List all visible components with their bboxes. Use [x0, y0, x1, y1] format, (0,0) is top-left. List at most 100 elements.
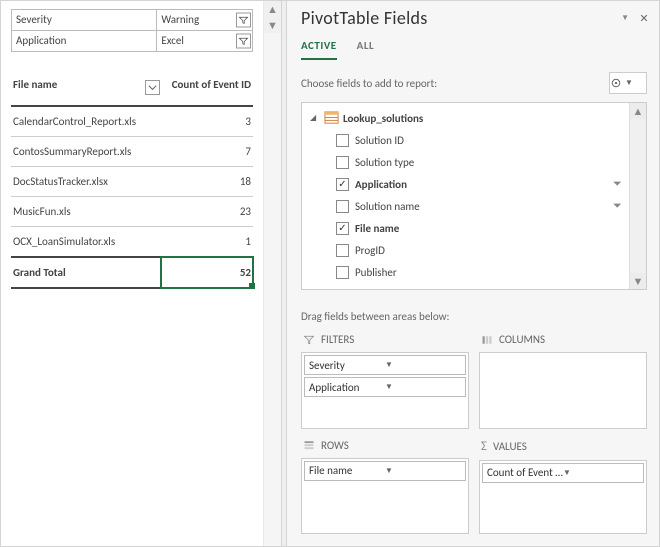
pane-title: PivotTable Fields: [301, 7, 621, 29]
field-label: Publisher: [355, 266, 625, 279]
filter-label-application: Application: [12, 31, 157, 52]
row-name: MusicFun.xls: [11, 197, 161, 227]
values-area[interactable]: Σ VALUES Count of Event ID▼: [479, 437, 647, 535]
filter-dropdown-icon[interactable]: [236, 34, 251, 49]
filter-text: Excel: [161, 34, 184, 47]
table-name: Lookup_solutions: [343, 112, 625, 125]
table-row[interactable]: OCX_LoanSimulator.xls1: [11, 227, 253, 258]
area-title: FILTERS: [321, 333, 354, 346]
chevron-down-icon[interactable]: ▼: [563, 468, 639, 478]
checkbox[interactable]: [336, 244, 349, 257]
row-header-label: File name: [13, 78, 57, 91]
chevron-down-icon[interactable]: ▼: [385, 382, 461, 392]
row-name: DocStatusTracker.xlsx: [11, 167, 161, 197]
row-dropdown-icon[interactable]: [145, 80, 160, 95]
field-chip[interactable]: Application▼: [304, 377, 466, 397]
field-label: ProgID: [355, 244, 625, 257]
chevron-down-icon[interactable]: ▼: [385, 360, 461, 370]
pane-tabs: ACTIVE ALL: [287, 31, 659, 60]
filter-value-severity[interactable]: Warning: [157, 10, 253, 31]
drag-hint: Drag fields between areas below:: [287, 300, 659, 331]
sigma-icon: Σ: [481, 439, 487, 454]
field-label: Solution type: [355, 156, 625, 169]
table-icon: [324, 112, 339, 125]
report-filter-table: Severity Warning Application Excel: [11, 9, 253, 52]
checkbox[interactable]: [336, 156, 349, 169]
vertical-scrollbar[interactable]: ▲ ▼: [263, 1, 281, 546]
scroll-down-icon[interactable]: ▼: [630, 273, 646, 289]
pivot-fields-pane: PivotTable Fields ▼ ✕ ACTIVE ALL Choose …: [287, 1, 659, 546]
funnel-icon: [303, 334, 315, 346]
filter-label-severity: Severity: [12, 10, 157, 31]
field-item[interactable]: ProgID: [302, 239, 629, 261]
drop-areas: FILTERS Severity▼ Application▼ COLUMNS R…: [287, 331, 659, 546]
field-item[interactable]: File name: [302, 217, 629, 239]
field-item[interactable]: Solution name ⏷: [302, 195, 629, 217]
table-row[interactable]: ContosSummaryReport.xls7: [11, 137, 253, 167]
chip-label: Application: [309, 381, 385, 394]
scroll-up-icon[interactable]: ▲: [630, 103, 646, 119]
value-header[interactable]: Count of Event ID: [161, 74, 253, 106]
filter-value-application[interactable]: Excel: [157, 31, 253, 52]
checkbox[interactable]: [336, 178, 349, 191]
chip-label: Count of Event ID: [487, 466, 563, 479]
area-title: VALUES: [493, 440, 527, 453]
checkbox[interactable]: [336, 266, 349, 279]
tab-all[interactable]: ALL: [357, 35, 374, 60]
filter-icon: ⏷: [613, 199, 625, 213]
filter-dropdown-icon[interactable]: [236, 13, 251, 28]
chip-label: File name: [309, 464, 385, 477]
field-list-box: ◢ Lookup_solutions Solution ID Solution …: [301, 102, 647, 290]
tools-button[interactable]: ▼: [609, 72, 647, 94]
choose-fields-label: Choose fields to add to report:: [301, 77, 609, 90]
filter-text: Warning: [161, 13, 199, 26]
field-label: Solution ID: [355, 134, 625, 147]
chevron-down-icon[interactable]: ▼: [385, 466, 461, 476]
row-value: 7: [161, 137, 253, 167]
scroll-down-icon[interactable]: ▼: [264, 17, 281, 33]
row-value: 18: [161, 167, 253, 197]
field-item[interactable]: Solution ID: [302, 129, 629, 151]
table-node[interactable]: ◢ Lookup_solutions: [302, 107, 629, 129]
table-row[interactable]: MusicFun.xls23: [11, 197, 253, 227]
field-list-scrollbar[interactable]: ▲ ▼: [629, 103, 646, 289]
checkbox[interactable]: [336, 200, 349, 213]
rows-area[interactable]: ROWS File name▼: [301, 437, 469, 535]
field-label: File name: [355, 222, 625, 235]
close-icon[interactable]: ✕: [637, 11, 651, 25]
excel-pivot-window: Severity Warning Application Excel: [0, 0, 660, 547]
row-value: 23: [161, 197, 253, 227]
row-name: OCX_LoanSimulator.xls: [11, 227, 161, 258]
scroll-up-icon[interactable]: ▲: [264, 1, 281, 17]
checkbox[interactable]: [336, 222, 349, 235]
field-chip[interactable]: Severity▼: [304, 355, 466, 375]
field-label: Solution name: [355, 200, 609, 213]
field-chip[interactable]: Count of Event ID▼: [482, 463, 644, 483]
chip-label: Severity: [309, 359, 385, 372]
table-row[interactable]: DocStatusTracker.xlsx18: [11, 167, 253, 197]
filters-area[interactable]: FILTERS Severity▼ Application▼: [301, 331, 469, 429]
row-value: 1: [161, 227, 253, 258]
collapse-icon[interactable]: ◢: [310, 113, 320, 123]
grand-total-value[interactable]: 52: [161, 257, 253, 288]
columns-area[interactable]: COLUMNS: [479, 331, 647, 429]
columns-icon: [481, 334, 493, 346]
grand-total-label: Grand Total: [11, 257, 161, 288]
row-name: ContosSummaryReport.xls: [11, 137, 161, 167]
table-row[interactable]: CalendarControl_Report.xls3: [11, 106, 253, 137]
rows-icon: [303, 439, 315, 451]
field-item[interactable]: Solution type: [302, 151, 629, 173]
field-item[interactable]: Application⏷: [302, 173, 629, 195]
field-item[interactable]: Publisher: [302, 261, 629, 283]
pivot-table: File name Count of Event ID CalendarCont…: [11, 74, 253, 289]
field-chip[interactable]: File name▼: [304, 461, 466, 481]
pane-dropdown-icon[interactable]: ▼: [621, 13, 629, 23]
row-value: 3: [161, 106, 253, 137]
checkbox[interactable]: [336, 134, 349, 147]
chevron-down-icon: ▼: [625, 78, 646, 88]
worksheet-area[interactable]: Severity Warning Application Excel: [1, 1, 281, 546]
tab-active[interactable]: ACTIVE: [301, 35, 337, 60]
grand-total-row[interactable]: Grand Total 52: [11, 257, 253, 288]
field-label: Application: [355, 178, 609, 191]
row-header[interactable]: File name: [11, 74, 161, 106]
